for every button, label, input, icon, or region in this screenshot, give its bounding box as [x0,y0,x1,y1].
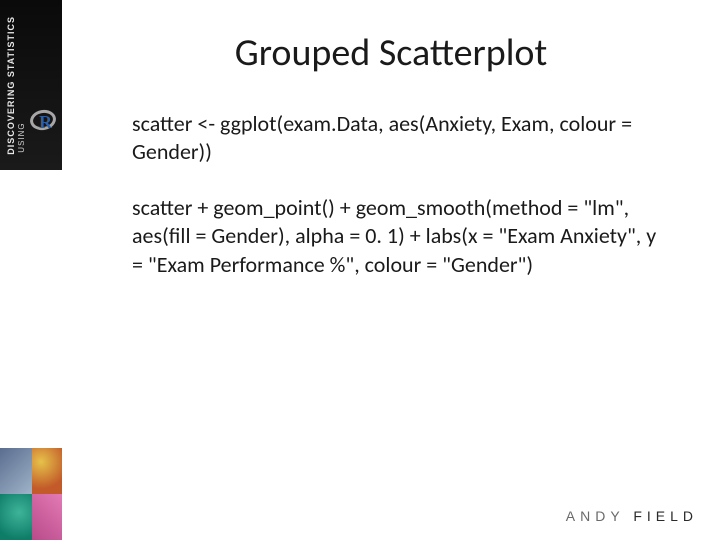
slide-content: Grouped Scatterplot scatter <- ggplot(ex… [62,0,720,540]
author-last: FIELD [633,508,698,524]
spine-line1: DISCOVERING STATISTICS [6,16,16,155]
r-logo-icon: R [30,108,58,136]
author-name: ANDY FIELD [566,508,698,524]
code-block-1: scatter <- ggplot(exam.Data, aes(Anxiety… [132,110,670,166]
sidebar-spacer [0,170,62,455]
slide-title: Grouped Scatterplot [112,30,670,76]
spine-text: DISCOVERING STATISTICS USING [6,6,26,164]
r-letter: R [39,112,52,133]
art-tile [0,448,32,494]
art-tile [32,494,62,540]
decorative-art [0,448,62,540]
spine-line2: USING [17,16,27,153]
sidebar: DISCOVERING STATISTICS USING R [0,0,62,540]
art-tile [0,494,32,540]
book-spine: DISCOVERING STATISTICS USING R [0,0,62,170]
code-block-2: scatter + geom_point() + geom_smooth(met… [132,194,670,278]
author-first: ANDY [566,508,625,524]
art-tile [32,448,62,494]
